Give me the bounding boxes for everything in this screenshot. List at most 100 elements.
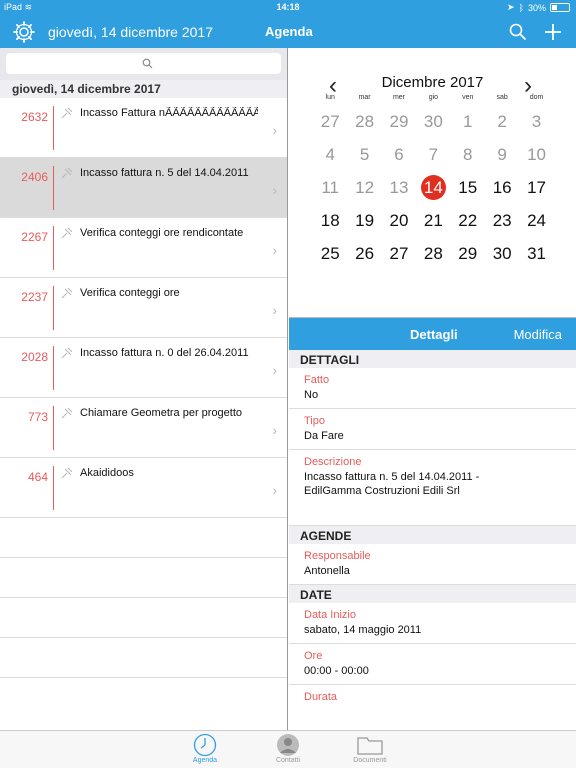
field-fatto[interactable]: Fatto No: [289, 368, 576, 409]
list-item[interactable]: 2632 Incasso Fattura nÃÃÃÃÃÃÃÃÃÃÃÃÃÃÃÃÃ …: [0, 98, 287, 158]
clock-icon: [193, 733, 217, 757]
add-icon[interactable]: [542, 21, 564, 43]
field-data-inizio[interactable]: Data Inizio sabato, 14 maggio 2011: [289, 603, 576, 644]
calendar-day[interactable]: 21: [416, 204, 450, 237]
pin-icon: [61, 347, 73, 359]
item-title: Verifica conteggi ore rendicontate: [80, 227, 244, 239]
today-number: 14: [423, 178, 443, 197]
calendar-week: 18 19 20 21 22 23 24: [313, 204, 573, 237]
calendar-day[interactable]: 28: [416, 237, 450, 270]
empty-row: [0, 638, 287, 678]
calendar-day[interactable]: 11: [313, 171, 347, 204]
field-responsabile[interactable]: Responsabile Antonella: [289, 544, 576, 585]
list-item[interactable]: 464 Akaididoos ›: [0, 458, 287, 518]
location-icon: ➤: [507, 2, 515, 12]
empty-row: [0, 558, 287, 598]
search-icon: [142, 58, 153, 69]
folder-icon: [357, 737, 383, 755]
calendar-day[interactable]: 27: [313, 105, 347, 138]
weekday-label: sab: [496, 94, 508, 101]
calendar-day[interactable]: 27: [382, 237, 416, 270]
weekday-label: dom: [529, 94, 544, 101]
list-item[interactable]: 2028 Incasso fattura n. 0 del 26.04.2011…: [0, 338, 287, 398]
field-value: 00:00 - 00:00: [304, 665, 369, 677]
list-item[interactable]: 2406 Incasso fattura n. 5 del 14.04.2011…: [0, 158, 287, 218]
tab-bar: Agenda Contatti Documenti: [0, 730, 576, 768]
list-item[interactable]: 773 Chiamare Geometra per progetto ›: [0, 398, 287, 458]
field-label: Tipo: [304, 415, 325, 427]
calendar-day[interactable]: 5: [347, 138, 381, 171]
chevron-right-icon: ›: [272, 122, 277, 138]
search-icon[interactable]: [508, 22, 528, 42]
calendar-week: 25 26 27 28 29 30 31: [313, 237, 573, 270]
calendar-day[interactable]: 24: [519, 204, 553, 237]
calendar-day[interactable]: 20: [382, 204, 416, 237]
field-label: Ore: [304, 650, 323, 662]
calendar-day[interactable]: 3: [519, 105, 553, 138]
calendar-day[interactable]: 22: [451, 204, 485, 237]
field-value: Da Fare: [304, 430, 344, 442]
calendar-day[interactable]: 13: [382, 171, 416, 204]
calendar-month: Dicembre 2017: [381, 74, 484, 91]
person-icon: [277, 734, 299, 756]
calendar-day[interactable]: 7: [416, 138, 450, 171]
calendar-day[interactable]: 4: [313, 138, 347, 171]
chevron-right-icon: ›: [272, 302, 277, 318]
calendar-day[interactable]: 15: [451, 171, 485, 204]
calendar-day[interactable]: 2: [485, 105, 519, 138]
field-descrizione[interactable]: Descrizione Incasso fattura n. 5 del 14.…: [289, 450, 576, 526]
gear-icon[interactable]: [12, 20, 36, 44]
field-label: Responsabile: [304, 550, 371, 562]
calendar-day[interactable]: 1: [451, 105, 485, 138]
field-tipo[interactable]: Tipo Da Fare: [289, 409, 576, 450]
calendar-day[interactable]: 17: [519, 171, 553, 204]
edit-button[interactable]: Modifica: [514, 327, 562, 342]
divider: [53, 286, 54, 330]
pin-icon: [61, 287, 73, 299]
calendar-day[interactable]: 10: [519, 138, 553, 171]
field-label: Data Inizio: [304, 609, 356, 621]
calendar-day[interactable]: 16: [485, 171, 519, 204]
search-input[interactable]: [6, 53, 281, 74]
divider: [53, 166, 54, 210]
calendar-day[interactable]: 23: [485, 204, 519, 237]
weekday-label: gio: [428, 94, 439, 101]
empty-row: [0, 598, 287, 638]
calendar-day[interactable]: 9: [485, 138, 519, 171]
calendar-day[interactable]: 25: [313, 237, 347, 270]
tab-documenti[interactable]: Documenti: [340, 733, 400, 764]
item-title: Incasso fattura n. 0 del 26.04.2011: [80, 347, 249, 359]
calendar-week: 11 12 13 14 15 16 17: [313, 171, 573, 204]
calendar-day[interactable]: 6: [382, 138, 416, 171]
calendar-day[interactable]: 19: [347, 204, 381, 237]
calendar-day[interactable]: 30: [485, 237, 519, 270]
calendar-day[interactable]: 28: [347, 105, 381, 138]
calendar-day[interactable]: 29: [451, 237, 485, 270]
group-header-details: DETTAGLI: [289, 350, 576, 368]
calendar-day[interactable]: 8: [451, 138, 485, 171]
tab-agenda[interactable]: Agenda: [175, 733, 235, 764]
calendar-day[interactable]: 26: [347, 237, 381, 270]
field-durata[interactable]: Durata: [289, 685, 576, 703]
item-title: Akaididoos: [80, 467, 134, 479]
calendar-grid: 27 28 29 30 1 2 3 4 5 6 7 8 9 10 11 12 1…: [313, 105, 573, 270]
field-value: No: [304, 389, 319, 401]
page-title: Agenda: [265, 24, 313, 39]
tab-contatti[interactable]: Contatti: [258, 733, 318, 764]
detail-title: Dettagli: [410, 327, 458, 342]
pin-icon: [61, 407, 73, 419]
calendar-day[interactable]: 18: [313, 204, 347, 237]
list-item[interactable]: 2267 Verifica conteggi ore rendicontate …: [0, 218, 287, 278]
field-ore[interactable]: Ore 00:00 - 00:00: [289, 644, 576, 685]
nav-bar: giovedì, 14 dicembre 2017 Agenda: [0, 16, 576, 48]
bluetooth-icon: ᛒ: [518, 2, 524, 13]
calendar-day-today[interactable]: 14: [416, 171, 450, 204]
weekday-label: lun: [325, 94, 335, 101]
calendar-day[interactable]: 12: [347, 171, 381, 204]
calendar-day[interactable]: 29: [382, 105, 416, 138]
calendar-day[interactable]: 31: [519, 237, 553, 270]
battery-icon: [550, 3, 570, 12]
pin-icon: [61, 467, 73, 479]
calendar-day[interactable]: 30: [416, 105, 450, 138]
list-item[interactable]: 2237 Verifica conteggi ore ›: [0, 278, 287, 338]
